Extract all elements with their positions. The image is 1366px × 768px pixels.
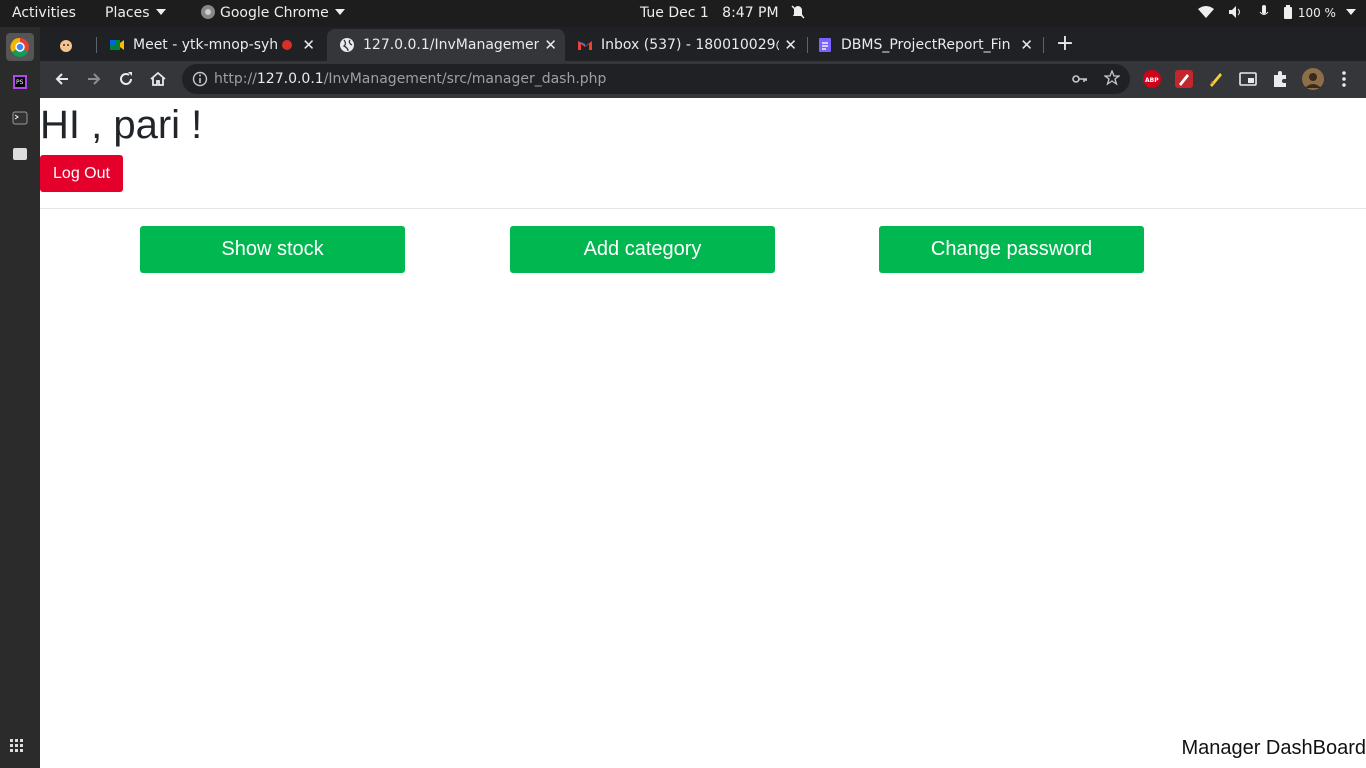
back-button[interactable] (50, 67, 74, 91)
clock[interactable]: Tue Dec 1 8:47 PM (640, 0, 805, 27)
places-label: Places (105, 5, 150, 21)
highlighter-glyph (1210, 73, 1222, 87)
reload-button[interactable] (114, 67, 138, 91)
url-host: 127.0.0.1 (256, 71, 324, 87)
kebab-menu-icon (1342, 71, 1346, 87)
info-icon (192, 71, 208, 87)
show-applications-button[interactable] (10, 739, 24, 757)
close-icon[interactable]: ✕ (302, 29, 315, 61)
arrow-left-icon (55, 73, 68, 85)
abp-glyph: ABP (1145, 77, 1159, 84)
puzzle-icon[interactable] (1271, 70, 1289, 88)
app-menu[interactable]: Google Chrome (200, 0, 345, 27)
phpstorm-icon: PS (13, 75, 27, 89)
chrome-icon (10, 37, 29, 57)
logout-button[interactable]: Log Out (40, 155, 123, 192)
globe-icon (340, 38, 354, 52)
url-path: /InvManagement/src/manager_dash.php (323, 71, 607, 87)
tab-title: Meet - ytk-mnop-syh (133, 37, 279, 53)
arrow-right-icon (88, 73, 101, 85)
emoji-favicon-icon (60, 40, 72, 52)
dock-files[interactable] (6, 140, 34, 168)
svg-text:ABP: ABP (1145, 77, 1159, 84)
avatar[interactable] (1302, 68, 1324, 90)
chrome-icon (201, 5, 215, 19)
profile-icon (1305, 73, 1321, 88)
wifi-icon (1198, 6, 1214, 18)
microphone-icon (1259, 5, 1269, 15)
menu-button[interactable] (1332, 67, 1356, 91)
highlighter-icon[interactable] (1207, 70, 1225, 88)
dock: PS (0, 27, 40, 768)
dock-phpstorm[interactable]: PS (6, 68, 34, 96)
tab-pinned[interactable] (46, 29, 94, 61)
meet-icon (110, 40, 124, 50)
app-grid-icon (10, 739, 23, 752)
show-stock-button[interactable]: Show stock (140, 226, 405, 273)
url-prefix: http:// (214, 71, 257, 87)
files-icon (13, 148, 27, 160)
tab-docs[interactable]: DBMS_ProjectReport_Fin ✕ (805, 29, 1041, 61)
close-icon[interactable]: ✕ (784, 29, 797, 61)
chevron-down-icon (1346, 9, 1357, 15)
home-icon (150, 71, 166, 86)
pip-glyph (1239, 72, 1257, 86)
pen-icon[interactable] (1175, 70, 1193, 88)
chevron-down-icon (334, 9, 345, 15)
recording-icon (282, 40, 292, 50)
pen-glyph (1179, 74, 1189, 86)
tab-strip: Meet - ytk-mnop-syh ✕ 127.0.0.1/InvManag… (40, 27, 1366, 61)
terminal-icon (12, 111, 28, 125)
volume-icon (1229, 6, 1241, 18)
svg-text:PS: PS (16, 79, 24, 86)
tab-meet[interactable]: Meet - ytk-mnop-syh ✕ (97, 29, 323, 61)
battery-icon (1284, 5, 1293, 19)
new-tab-button[interactable]: + (1054, 31, 1076, 57)
tab-separator (1043, 37, 1044, 53)
tab-invmanagement[interactable]: 127.0.0.1/InvManagement ✕ (327, 29, 565, 61)
datetime: Tue Dec 1 8:47 PM (640, 5, 779, 21)
gmail-icon (578, 41, 592, 50)
places-menu[interactable]: Places (105, 0, 166, 27)
star-icon[interactable] (1104, 70, 1120, 86)
close-icon[interactable]: ✕ (544, 29, 557, 61)
page-greeting: HI , pari ! (40, 103, 203, 147)
close-icon[interactable]: ✕ (1020, 29, 1033, 61)
tab-title: Inbox (537) - 180010029@ (601, 37, 779, 53)
reload-icon (120, 72, 132, 85)
plus-icon: + (1055, 31, 1075, 56)
abp-icon[interactable]: ABP (1143, 70, 1161, 88)
forward-button[interactable] (82, 67, 106, 91)
tab-gmail[interactable]: Inbox (537) - 180010029@ ✕ (565, 29, 805, 61)
url-text: http://127.0.0.1/InvManagement/src/manag… (214, 64, 606, 94)
tab-title: 127.0.0.1/InvManagement (363, 37, 539, 53)
browser-toolbar: http://127.0.0.1/InvManagement/src/manag… (40, 61, 1366, 98)
system-status-area[interactable]: 100 % (1198, 0, 1357, 27)
page-footer-label: Manager DashBoard (1181, 737, 1366, 759)
change-password-button[interactable]: Change password (879, 226, 1144, 273)
activities-button[interactable]: Activities (12, 0, 76, 27)
dock-terminal[interactable] (6, 104, 34, 132)
home-button[interactable] (146, 67, 170, 91)
docs-icon (819, 38, 831, 52)
dock-chrome[interactable] (6, 33, 34, 61)
tab-title: DBMS_ProjectReport_Fin (841, 37, 1011, 53)
divider (40, 208, 1366, 209)
add-category-button[interactable]: Add category (510, 226, 775, 273)
notifications-off-icon (791, 5, 805, 19)
puzzle-glyph (1274, 71, 1286, 87)
app-name: Google Chrome (220, 5, 329, 21)
battery-level: 100 % (1297, 6, 1336, 20)
address-bar[interactable]: http://127.0.0.1/InvManagement/src/manag… (182, 64, 1130, 94)
pip-icon[interactable] (1239, 70, 1257, 88)
page-content: HI , pari ! Log Out Show stock Add categ… (40, 98, 1366, 768)
system-top-bar: Activities Places Google Chrome Tue Dec … (0, 0, 1366, 27)
chevron-down-icon (155, 9, 166, 15)
key-icon[interactable] (1072, 72, 1088, 86)
